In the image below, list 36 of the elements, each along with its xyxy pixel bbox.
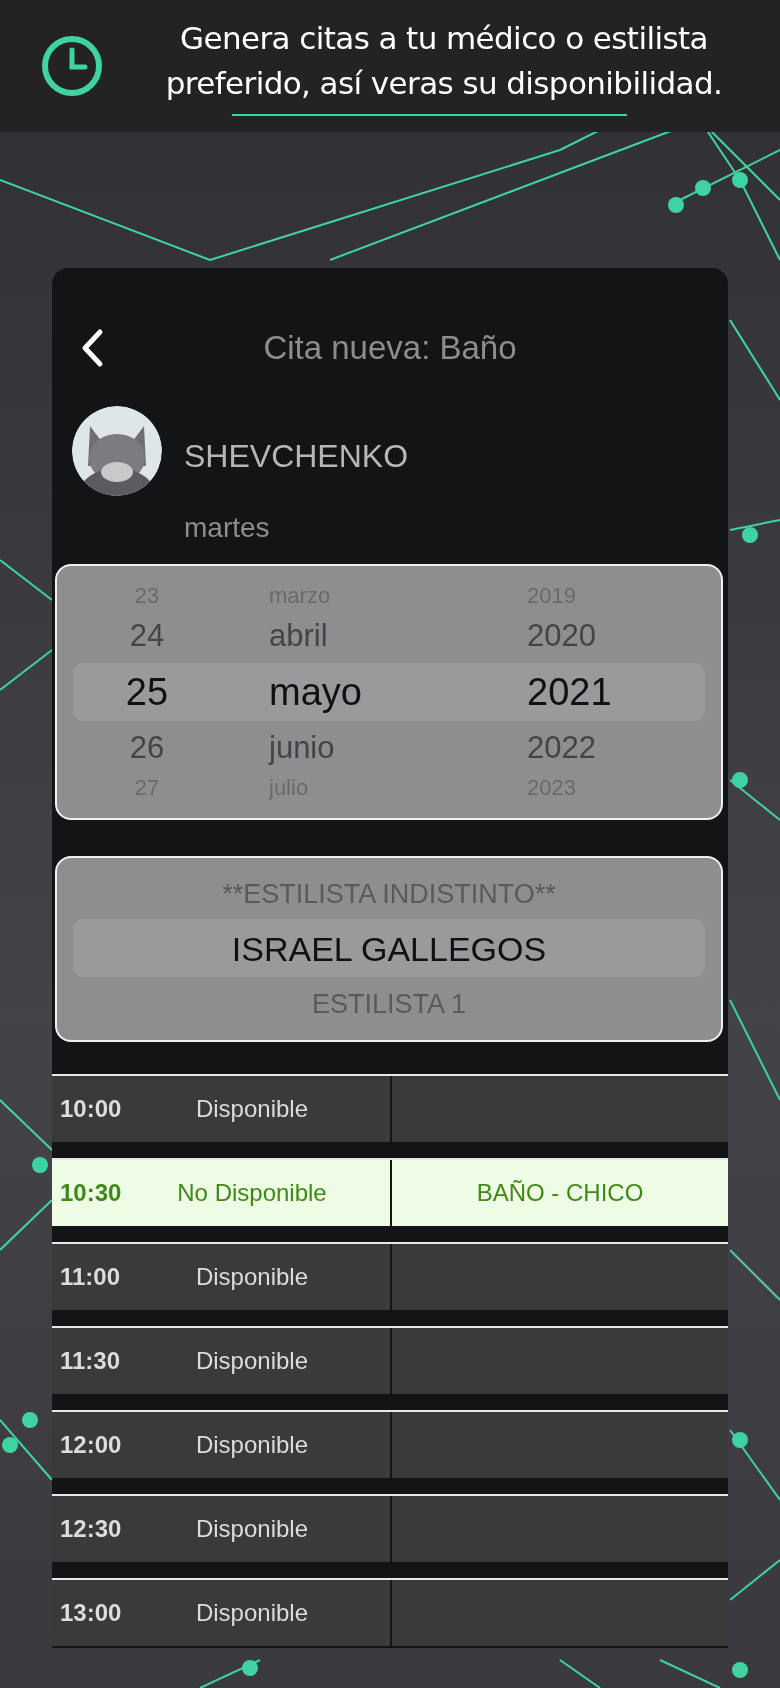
time-slot[interactable]: 11:00 Disponible	[52, 1242, 728, 1310]
slot-time: 11:00	[59, 1263, 122, 1291]
time-slot[interactable]: 13:00 Disponible	[52, 1578, 728, 1646]
slot-status: No Disponible	[176, 1179, 328, 1207]
slot-status: Disponible	[194, 1095, 310, 1123]
picker-option[interactable]: 25	[125, 664, 169, 720]
time-slot[interactable]: 12:00 Disponible	[52, 1410, 728, 1478]
slot-status: Disponible	[194, 1347, 310, 1375]
time-slot[interactable]: 12:30 Disponible	[52, 1494, 728, 1562]
picker-option[interactable]: 2022	[527, 720, 596, 776]
slot-time: 10:30	[59, 1179, 123, 1207]
slot-time: 11:30	[59, 1347, 122, 1375]
slot-detail: BAÑO - CHICO	[476, 1179, 644, 1207]
picker-option[interactable]: junio	[269, 720, 335, 776]
time-slot[interactable]: 10:30 No Disponible BAÑO - CHICO	[52, 1158, 728, 1226]
clock-icon	[40, 34, 104, 98]
banner-text: Genera citas a tu médico o estilista preferido, así veras su disponibilidad.	[164, 19, 724, 103]
picker-option[interactable]: 2020	[527, 608, 596, 664]
picker-option[interactable]: abril	[269, 608, 328, 664]
picker-option[interactable]: 24	[129, 608, 165, 664]
screen-title: Cita nueva: Baño	[262, 329, 518, 367]
stylist-name: SHEVCHENKO	[184, 437, 409, 475]
slot-status: Disponible	[194, 1515, 310, 1543]
slot-time: 12:30	[59, 1515, 123, 1543]
slot-time: 10:00	[59, 1095, 123, 1123]
picker-option[interactable]: 26	[129, 720, 165, 776]
slot-time: 12:00	[59, 1431, 123, 1459]
slot-status: Disponible	[194, 1599, 310, 1627]
slot-time: 13:00	[59, 1599, 123, 1627]
picker-option[interactable]: mayo	[269, 664, 362, 720]
slot-status: Disponible	[194, 1263, 310, 1291]
weekday-label: martes	[184, 512, 271, 544]
picker-option[interactable]: 2021	[527, 664, 612, 720]
slot-status: Disponible	[194, 1431, 310, 1459]
time-slot[interactable]: 11:30 Disponible	[52, 1326, 728, 1394]
time-slot[interactable]: 10:00 Disponible	[52, 1074, 728, 1142]
